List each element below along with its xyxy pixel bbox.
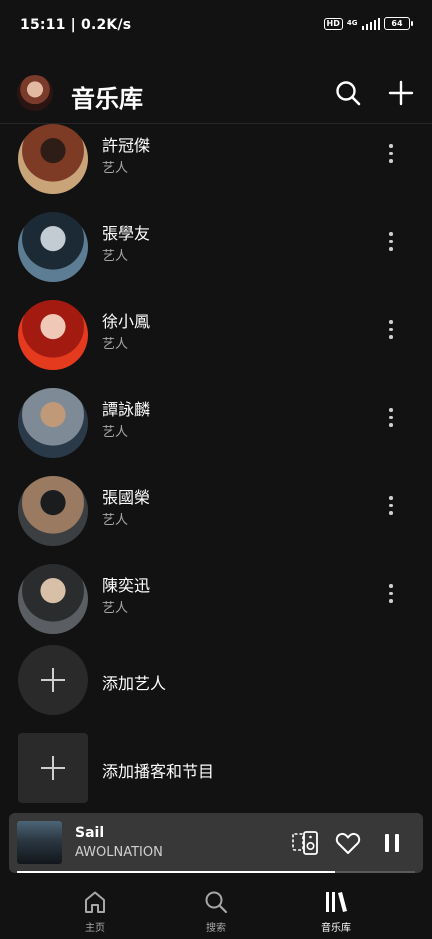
header-divider — [0, 123, 432, 124]
artist-name: 陳奕迅 — [102, 576, 151, 595]
artist-name: 張國榮 — [102, 488, 151, 507]
album-art — [17, 821, 62, 864]
artist-name: 張學友 — [102, 224, 151, 243]
tab-library[interactable]: 音乐库 — [296, 889, 376, 934]
library-list[interactable]: 許冠傑 艺人 張學友 艺人 徐小鳳 艺人 譚詠麟 艺人 張國榮 艺人 陳奕迅 艺… — [0, 124, 432, 814]
artist-type: 艺人 — [102, 425, 129, 440]
track-artist: AWOLNATION — [75, 845, 163, 860]
network-type: 4G — [346, 19, 358, 27]
artist-avatar — [18, 124, 88, 194]
tab-search-label: 搜索 — [206, 923, 226, 934]
bottom-navigation: 主页 搜索 音乐库 — [0, 873, 432, 939]
more-options-icon[interactable] — [388, 320, 394, 339]
heart-icon[interactable] — [333, 828, 363, 858]
more-options-icon[interactable] — [388, 144, 394, 163]
plus-icon[interactable] — [386, 78, 416, 108]
artist-type: 艺人 — [102, 161, 129, 176]
library-icon — [326, 892, 347, 912]
playback-progress-fill — [17, 871, 336, 873]
battery-icon: 64 — [384, 17, 413, 30]
plus-icon — [41, 668, 65, 692]
tab-home[interactable]: 主页 — [55, 889, 135, 934]
signal-icon — [361, 17, 380, 30]
add-artist-label: 添加艺人 — [102, 674, 167, 693]
more-options-icon[interactable] — [388, 408, 394, 427]
playback-progress-bar[interactable] — [17, 871, 415, 873]
artist-type: 艺人 — [102, 249, 129, 264]
add-artist-row[interactable]: 添加艺人 — [0, 643, 432, 731]
now-playing-bar[interactable]: Sail AWOLNATION — [9, 813, 423, 873]
artist-row-6[interactable]: 陳奕迅 艺人 — [0, 555, 432, 643]
artist-row-1[interactable]: 許冠傑 艺人 — [0, 124, 432, 203]
artist-row-4[interactable]: 譚詠麟 艺人 — [0, 379, 432, 467]
more-options-icon[interactable] — [388, 232, 394, 251]
artist-avatar — [18, 476, 88, 546]
add-artist-button[interactable] — [18, 645, 88, 715]
tab-library-label: 音乐库 — [321, 923, 351, 934]
artist-avatar — [18, 564, 88, 634]
artist-name: 許冠傑 — [102, 136, 151, 155]
artist-type: 艺人 — [102, 513, 129, 528]
plus-icon — [41, 756, 65, 780]
status-time-speed: 15:11 | 0.2K/s — [20, 17, 132, 33]
status-icons: HD 4G 64 — [323, 17, 413, 30]
artist-name: 徐小鳳 — [102, 312, 151, 331]
artist-type: 艺人 — [102, 601, 129, 616]
library-header: 音乐库 — [0, 70, 432, 124]
artist-type: 艺人 — [102, 337, 129, 352]
page-title: 音乐库 — [71, 85, 143, 113]
pause-icon[interactable] — [377, 828, 407, 858]
more-options-icon[interactable] — [388, 584, 394, 603]
artist-row-5[interactable]: 張國榮 艺人 — [0, 467, 432, 555]
home-icon — [85, 891, 105, 913]
search-icon — [205, 891, 228, 914]
add-podcast-label: 添加播客和节目 — [102, 762, 215, 781]
more-options-icon[interactable] — [388, 496, 394, 515]
profile-avatar[interactable] — [17, 75, 53, 111]
tab-home-label: 主页 — [85, 923, 105, 934]
hd-badge: HD — [323, 17, 343, 30]
add-podcast-button[interactable] — [18, 733, 88, 803]
artist-row-3[interactable]: 徐小鳳 艺人 — [0, 291, 432, 379]
track-title: Sail — [75, 825, 105, 841]
tab-search[interactable]: 搜索 — [176, 889, 256, 934]
artist-name: 譚詠麟 — [102, 400, 151, 419]
status-bar: 15:11 | 0.2K/s HD 4G 64 — [0, 0, 432, 52]
connect-device-icon[interactable] — [290, 828, 320, 858]
artist-avatar — [18, 300, 88, 370]
artist-avatar — [18, 388, 88, 458]
add-podcast-row[interactable]: 添加播客和节目 — [0, 731, 432, 814]
artist-row-2[interactable]: 張學友 艺人 — [0, 203, 432, 291]
search-icon[interactable] — [333, 78, 363, 108]
artist-avatar — [18, 212, 88, 282]
